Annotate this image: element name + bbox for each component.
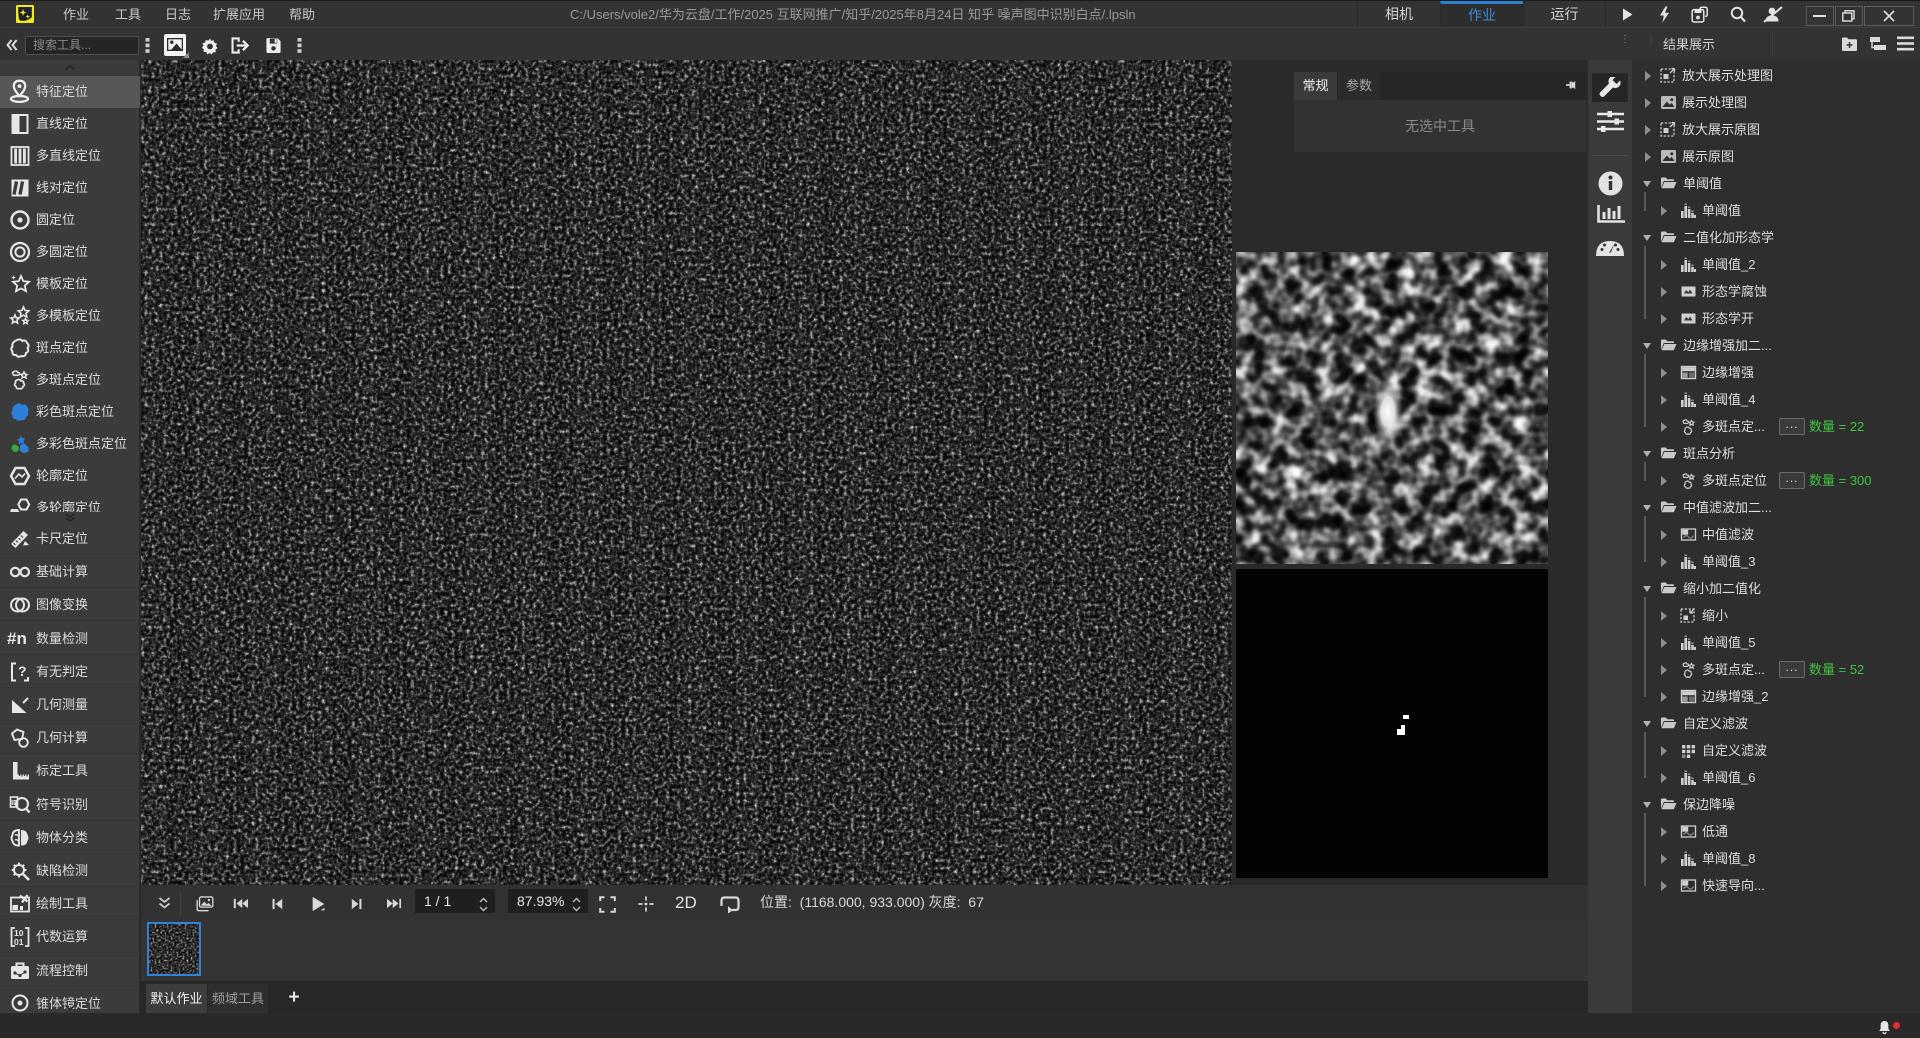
svg-text:?: ? <box>18 663 27 679</box>
svg-text:01: 01 <box>14 937 24 947</box>
